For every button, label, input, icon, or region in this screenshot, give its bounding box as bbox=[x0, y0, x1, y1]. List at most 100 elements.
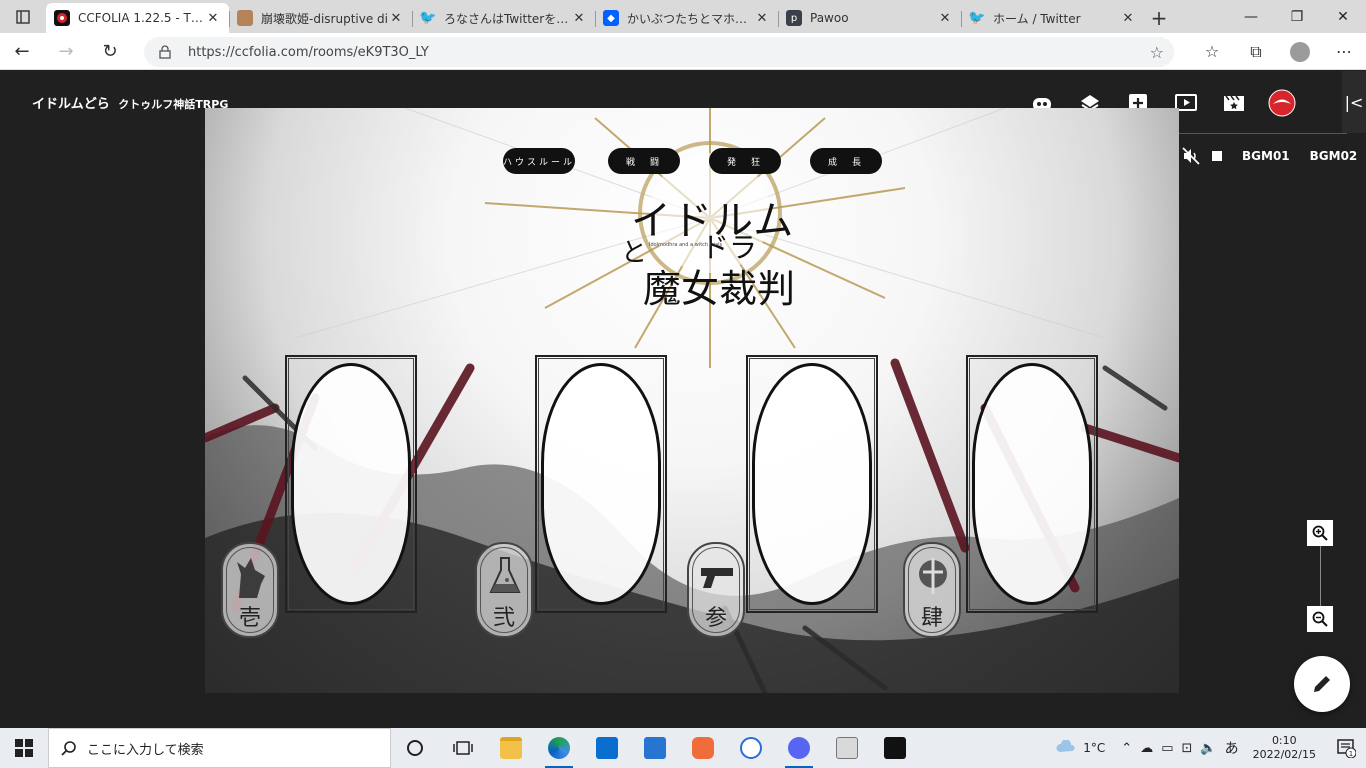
house-rules-button[interactable]: ハウスルール bbox=[503, 148, 575, 174]
game-app-icon bbox=[836, 737, 858, 759]
clock-date: 2022/02/15 bbox=[1252, 748, 1316, 761]
app-d-button[interactable] bbox=[871, 728, 919, 768]
start-button[interactable] bbox=[0, 728, 48, 768]
insanity-button[interactable]: 発 狂 bbox=[709, 148, 781, 174]
mail-icon bbox=[596, 737, 618, 759]
avatar bbox=[1290, 41, 1310, 62]
game-board[interactable]: ハウスルール 戦 闘 発 狂 成 長 イドルム と ドラ Idolmodhra … bbox=[205, 108, 1179, 693]
close-tab-icon[interactable]: ✕ bbox=[388, 11, 404, 26]
speaker-icon[interactable]: 🔈 bbox=[1200, 741, 1216, 756]
store-icon bbox=[644, 737, 666, 759]
ccfolia-favicon-icon bbox=[54, 10, 70, 26]
tab-title: ろなさんはTwitterを使って bbox=[444, 11, 571, 26]
cloud-rain-icon bbox=[1056, 740, 1075, 752]
close-tab-icon[interactable]: ✕ bbox=[937, 11, 953, 26]
stop-icon[interactable] bbox=[1212, 151, 1222, 161]
ccfolia-room: イドルムどら クトゥルフ神話TRPG |< BGM01 BGM02 ハウスルール… bbox=[0, 71, 1366, 728]
task-view-button[interactable] bbox=[439, 728, 487, 768]
character-frame[interactable] bbox=[966, 355, 1098, 613]
close-tab-icon[interactable]: ✕ bbox=[754, 11, 770, 26]
tab-actions-button[interactable] bbox=[0, 0, 46, 33]
ccfolia-menu-button[interactable] bbox=[1258, 89, 1306, 117]
browser-tab-strip: CCFOLIA 1.22.5 - TRPG ✕ 崩壊歌姫-disruptive … bbox=[0, 0, 1366, 33]
browser-tab[interactable]: p Pawoo ✕ bbox=[778, 3, 961, 33]
clock[interactable]: 0:10 2022/02/15 bbox=[1253, 734, 1316, 762]
chat-edit-button[interactable] bbox=[1294, 656, 1350, 712]
forward-button[interactable]: → bbox=[44, 33, 88, 70]
cloud-icon[interactable]: ☁ bbox=[1140, 741, 1153, 756]
url-text: https://ccfolia.com/rooms/eK9T3O_LY bbox=[188, 44, 429, 60]
close-tab-icon[interactable]: ✕ bbox=[1120, 11, 1136, 26]
back-button[interactable]: ← bbox=[0, 33, 44, 70]
address-bar[interactable]: https://ccfolia.com/rooms/eK9T3O_LY ☆ bbox=[144, 37, 1174, 67]
character-frame[interactable] bbox=[285, 355, 417, 613]
scene-button[interactable] bbox=[1210, 89, 1258, 117]
profile-button[interactable] bbox=[1278, 33, 1322, 70]
tab-title: CCFOLIA 1.22.5 - TRPG bbox=[78, 11, 205, 25]
zoom-in-button[interactable] bbox=[1307, 520, 1333, 546]
browser-tab[interactable]: 🐦 ホーム / Twitter ✕ bbox=[961, 3, 1144, 33]
task-view-icon bbox=[453, 741, 473, 755]
more-menu-icon[interactable]: ⋯ bbox=[1322, 33, 1366, 70]
gun-icon bbox=[701, 568, 733, 588]
discord-button[interactable] bbox=[775, 728, 823, 768]
mail-button[interactable] bbox=[583, 728, 631, 768]
file-explorer-button[interactable] bbox=[487, 728, 535, 768]
collapse-panel-button[interactable]: |< bbox=[1342, 71, 1366, 133]
windows-logo-icon bbox=[15, 739, 33, 757]
site-favicon-icon bbox=[237, 10, 253, 26]
badge-numeral: 弐 bbox=[492, 606, 515, 631]
battery-icon[interactable]: ▭ bbox=[1161, 741, 1173, 756]
ime-indicator[interactable]: あ bbox=[1225, 738, 1239, 758]
search-icon bbox=[61, 741, 76, 756]
browser-tab[interactable]: ◆ かいぶつたちとマホラカル ✕ bbox=[595, 3, 778, 33]
add-favorite-icon[interactable]: ☆ bbox=[1150, 43, 1164, 62]
notification-center-button[interactable]: 1 bbox=[1326, 738, 1366, 758]
browser-tab[interactable]: 崩壊歌姫-disruptive di ✕ bbox=[229, 3, 412, 33]
weather-widget[interactable]: 1°C bbox=[1055, 740, 1105, 756]
close-window-button[interactable]: ✕ bbox=[1320, 0, 1366, 33]
close-tab-icon[interactable]: ✕ bbox=[205, 11, 221, 26]
bgm-track-2[interactable]: BGM02 bbox=[1310, 149, 1358, 163]
edge-button[interactable] bbox=[535, 728, 583, 768]
browser-right-actions: ☆ ⧉ ⋯ bbox=[1190, 33, 1366, 70]
portrait-slot bbox=[541, 363, 661, 605]
logo-english: Idolmodhra and a witch trials bbox=[649, 242, 723, 248]
d-app-icon bbox=[884, 737, 906, 759]
character-badge-2[interactable]: 弐 bbox=[475, 542, 533, 638]
taskbar-search-input[interactable]: ここに入力して検索 bbox=[48, 728, 391, 768]
favorites-icon[interactable]: ☆ bbox=[1190, 33, 1234, 70]
restore-button[interactable]: ❐ bbox=[1274, 0, 1320, 33]
volume-off-icon[interactable] bbox=[1182, 147, 1200, 165]
folder-icon bbox=[500, 737, 522, 759]
store-button[interactable] bbox=[631, 728, 679, 768]
minimize-button[interactable]: — bbox=[1228, 0, 1274, 33]
zoom-controls bbox=[1307, 520, 1333, 632]
character-badge-4[interactable]: 肆 bbox=[903, 542, 961, 638]
zoom-out-button[interactable] bbox=[1307, 606, 1333, 632]
character-frame[interactable] bbox=[746, 355, 878, 613]
chevron-up-icon[interactable]: ⌃ bbox=[1121, 741, 1132, 756]
app-button[interactable] bbox=[679, 728, 727, 768]
network-icon[interactable]: ⊡ bbox=[1182, 741, 1193, 756]
combat-button[interactable]: 戦 闘 bbox=[608, 148, 680, 174]
growth-button[interactable]: 成 長 bbox=[810, 148, 882, 174]
new-tab-button[interactable]: + bbox=[1144, 3, 1174, 33]
at-sign-icon bbox=[740, 737, 762, 759]
mail-at-button[interactable] bbox=[727, 728, 775, 768]
reload-button[interactable]: ↻ bbox=[88, 33, 132, 70]
cortana-button[interactable] bbox=[391, 728, 439, 768]
character-badge-3[interactable]: 参 bbox=[687, 542, 745, 638]
collections-icon[interactable]: ⧉ bbox=[1234, 33, 1278, 70]
cortana-icon bbox=[407, 740, 423, 756]
room-title[interactable]: イドルムどら クトゥルフ神話TRPG bbox=[32, 93, 228, 112]
close-tab-icon[interactable]: ✕ bbox=[571, 11, 587, 26]
game-app-button[interactable] bbox=[823, 728, 871, 768]
character-badge-1[interactable]: 壱 bbox=[221, 542, 279, 638]
browser-tab[interactable]: CCFOLIA 1.22.5 - TRPG ✕ bbox=[46, 3, 229, 33]
browser-tab[interactable]: 🐦 ろなさんはTwitterを使って ✕ bbox=[412, 3, 595, 33]
bgm-track-1[interactable]: BGM01 bbox=[1242, 149, 1290, 163]
badge-numeral: 肆 bbox=[920, 606, 943, 631]
search-placeholder: ここに入力して検索 bbox=[87, 742, 204, 758]
character-frame[interactable] bbox=[535, 355, 667, 613]
